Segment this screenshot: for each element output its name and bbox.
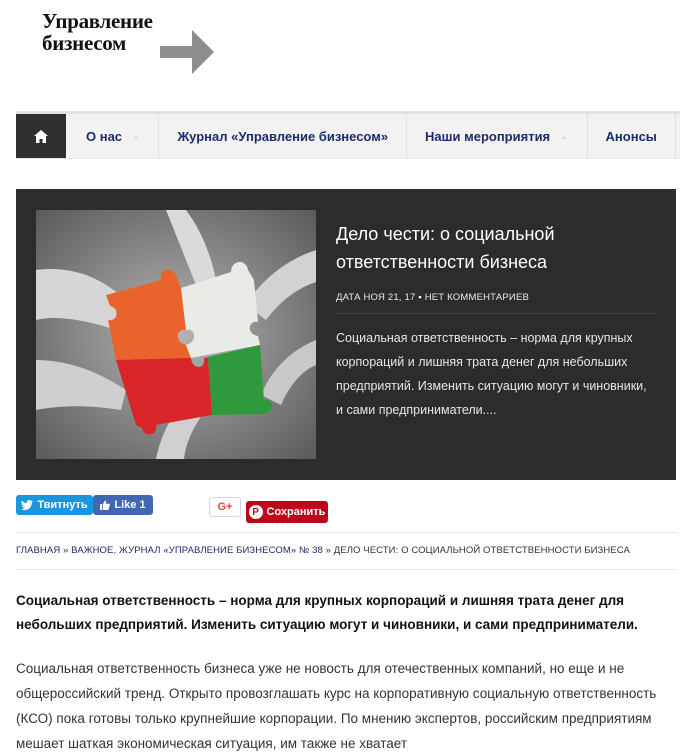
logo-line-2: бизнесом [42,31,127,55]
article-lead: Социальная ответственность – норма для к… [16,593,638,632]
thumbs-up-icon [100,500,111,510]
breadcrumb-home[interactable]: ГЛАВНАЯ [16,545,60,556]
facebook-like-button[interactable]: Like 1 [93,495,153,515]
nav-home-button[interactable] [16,114,66,158]
like-label: Like 1 [114,499,146,511]
breadcrumb-category-journal[interactable]: ЖУРНАЛ «УПРАВЛЕНИЕ БИЗНЕСОМ» № 38 [119,545,323,556]
twitter-bird-icon [21,500,34,510]
tweet-label: Твитнуть [37,499,88,511]
logo-line-1: Управление [42,9,153,33]
pinterest-save-button[interactable]: P Сохранить [246,501,328,523]
nav-item-label: Анонсы [605,128,657,144]
pin-label: Сохранить [266,506,326,518]
nav-item-label: Журнал «Управление бизнесом» [177,128,389,144]
tweet-button[interactable]: Твитнуть [16,495,93,515]
featured-excerpt: Социальная ответственность – норма для к… [336,331,647,417]
divider [16,532,676,533]
featured-title[interactable]: Дело чести: о социальной ответственности… [336,220,656,276]
meta-date-label: ДАТА [336,292,361,303]
main-nav: О нас ⌄ Журнал «Управление бизнесом» Наш… [16,111,680,159]
featured-image[interactable] [36,210,316,459]
meta-date: НОЯ 21, 17 [363,292,416,303]
nav-item-label: О нас [86,128,123,144]
article-body: Социальная ответственность бизнеса уже н… [16,661,657,751]
chevron-down-icon: ⌄ [132,130,141,142]
nav-item-journal[interactable]: Журнал «Управление бизнесом» [159,114,408,158]
share-bar: Твитнуть Like 1 G+ P Сохранить [16,495,676,527]
divider [16,569,676,570]
nav-item-label: Наши мероприятия [425,128,551,144]
chevron-down-icon: ⌄ [560,130,569,142]
post-meta: ДАТА НОЯ 21, 17 • НЕТ КОММЕНТАРИЕВ [336,292,529,303]
featured-post: Дело чести: о социальной ответственности… [16,189,676,480]
site-logo[interactable]: Управление бизнесом [42,8,222,80]
gplus-button[interactable]: G+ [209,497,241,517]
nav-item-announcements[interactable]: Анонсы [588,114,676,158]
breadcrumb-separator: » [63,545,69,556]
puzzle-hands-image [36,210,316,459]
logo-text: Управление бизнесом [42,10,153,54]
meta-comments-link[interactable]: НЕТ КОММЕНТАРИЕВ [425,292,529,303]
breadcrumb-separator: » [325,545,331,556]
pinterest-icon: P [248,505,263,519]
home-icon [34,129,48,143]
gplus-label: G+ [217,501,233,513]
nav-item-events[interactable]: Наши мероприятия ⌄ [407,114,588,158]
divider [336,313,656,314]
breadcrumb-category-important[interactable]: ВАЖНОЕ [71,545,113,556]
nav-item-about[interactable]: О нас ⌄ [66,114,160,158]
breadcrumb: ГЛАВНАЯ » ВАЖНОЕ, ЖУРНАЛ «УПРАВЛЕНИЕ БИЗ… [16,545,630,556]
meta-separator: • [418,292,422,303]
breadcrumb-current: ДЕЛО ЧЕСТИ: О СОЦИАЛЬНОЙ ОТВЕТСТВЕННОСТИ… [333,545,630,556]
